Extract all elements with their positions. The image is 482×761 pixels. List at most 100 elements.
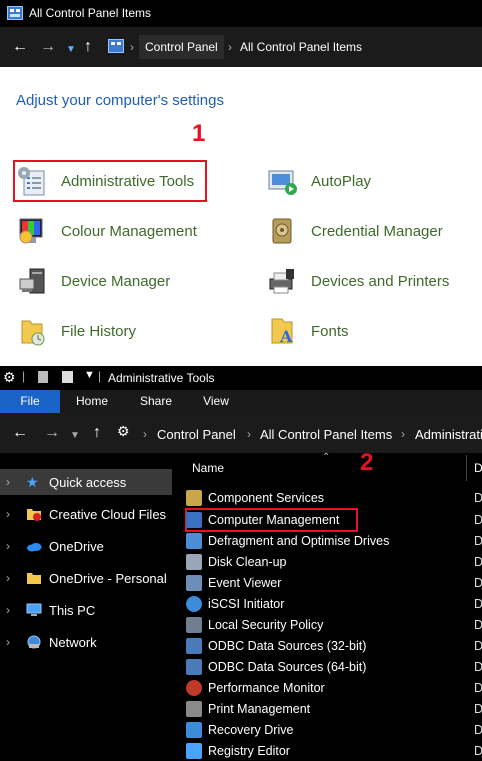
network-icon: [27, 635, 41, 649]
file-name: Local Security Policy: [208, 617, 324, 632]
file-row-recovery-drive[interactable]: Recovery Drive D: [186, 719, 482, 740]
breadcrumb-administrative-tools[interactable]: Administrati: [415, 427, 482, 442]
sidebar-item-label: OneDrive: [49, 538, 104, 554]
recovery-drive-icon: [186, 721, 202, 738]
ribbon-tabs: File Home Share View: [0, 390, 482, 413]
column-d[interactable]: D: [474, 461, 482, 475]
column-name[interactable]: Name: [192, 461, 224, 475]
file-history-icon: [16, 315, 48, 347]
breadcrumb-control-panel[interactable]: Control Panel: [157, 427, 236, 442]
breadcrumb-separator-icon: ›: [228, 40, 232, 54]
tab-view[interactable]: View: [188, 390, 244, 413]
tab-share[interactable]: Share: [128, 390, 184, 413]
chevron-down-icon[interactable]: ▼: [66, 42, 76, 58]
sidebar-item-label: OneDrive - Personal: [49, 570, 167, 586]
iscsi-icon: [186, 595, 202, 612]
administrative-tools-icon: [16, 165, 48, 197]
file-row-odbc-64[interactable]: ODBC Data Sources (64-bit) D: [186, 656, 482, 677]
item-label: Device Manager: [61, 272, 171, 290]
item-label: Fonts: [311, 322, 349, 340]
step-marker-1: 1: [192, 120, 206, 147]
chevron-right-icon[interactable]: ›: [6, 475, 10, 489]
file-name: Print Management: [208, 701, 311, 716]
sidebar-item-label: Creative Cloud Files: [49, 506, 167, 522]
forward-arrow-icon[interactable]: →: [40, 39, 56, 55]
new-folder-icon[interactable]: [62, 371, 73, 383]
item-credential-manager[interactable]: Credential Manager: [266, 213, 443, 249]
sidebar-item-label: This PC: [49, 602, 96, 618]
chevron-right-icon[interactable]: ›: [6, 539, 10, 553]
chevron-down-icon[interactable]: ▼: [70, 428, 80, 444]
item-fonts[interactable]: A Fonts: [266, 313, 349, 349]
sort-up-icon: ⌃: [322, 452, 331, 463]
file-date: D: [474, 722, 482, 737]
file-date: D: [474, 680, 482, 695]
title-bar: All Control Panel Items: [0, 0, 482, 27]
back-arrow-icon[interactable]: ←: [12, 425, 28, 441]
up-arrow-icon[interactable]: ↑: [93, 425, 101, 441]
forward-arrow-icon[interactable]: →: [44, 425, 60, 441]
tab-file[interactable]: File: [0, 390, 60, 413]
chevron-right-icon[interactable]: ›: [6, 507, 10, 521]
item-colour-management[interactable]: Colour Management: [16, 213, 197, 249]
item-devices-and-printers[interactable]: Devices and Printers: [266, 263, 449, 299]
sidebar-item-network[interactable]: › Network: [0, 629, 172, 655]
file-row-print-management[interactable]: Print Management D: [186, 698, 482, 719]
step-marker-2: 2: [360, 449, 374, 476]
file-row-computer-management[interactable]: Computer Management D: [186, 509, 482, 530]
breadcrumb-separator-icon: ›: [143, 427, 147, 441]
item-label: Administrative Tools: [61, 172, 195, 190]
sidebar-item-onedrive[interactable]: › OneDrive: [0, 533, 172, 559]
event-viewer-icon: [186, 574, 202, 591]
control-panel-icon: [108, 39, 124, 53]
item-label: Credential Manager: [311, 222, 443, 240]
item-file-history[interactable]: File History: [16, 313, 136, 349]
file-row-disk-cleanup[interactable]: Disk Clean-up D: [186, 551, 482, 572]
file-row-odbc-32[interactable]: ODBC Data Sources (32-bit) D: [186, 635, 482, 656]
breadcrumb-all-items[interactable]: All Control Panel Items: [240, 40, 362, 54]
file-row-local-security-policy[interactable]: Local Security Policy D: [186, 614, 482, 635]
item-device-manager[interactable]: Device Manager: [16, 263, 170, 299]
chevron-right-icon[interactable]: ›: [6, 603, 10, 617]
file-row-defragment[interactable]: Defragment and Optimise Drives D: [186, 530, 482, 551]
sidebar-item-creative-cloud[interactable]: › Creative Cloud Files: [0, 501, 172, 527]
sidebar-item-quick-access[interactable]: › ★ Quick access: [0, 469, 172, 495]
up-arrow-icon[interactable]: ↑: [84, 39, 92, 55]
file-row-iscsi[interactable]: iSCSI Initiator D: [186, 593, 482, 614]
file-row-event-viewer[interactable]: Event Viewer D: [186, 572, 482, 593]
file-row-component-services[interactable]: Component Services D: [186, 487, 482, 508]
file-name: Performance Monitor: [208, 680, 325, 695]
defragment-icon: [186, 532, 202, 549]
sidebar-item-onedrive-personal[interactable]: › OneDrive - Personal: [0, 565, 172, 591]
column-divider[interactable]: [466, 455, 467, 481]
creative-cloud-icon: [27, 509, 41, 521]
navigation-bar: ← → ▼ ↑ › Control Panel › All Control Pa…: [0, 27, 482, 67]
item-administrative-tools[interactable]: Administrative Tools: [16, 163, 194, 199]
file-name: Component Services: [208, 490, 325, 505]
autoplay-icon: [266, 165, 298, 197]
control-panel-icon: [7, 6, 23, 20]
sidebar-item-this-pc[interactable]: › This PC: [0, 597, 172, 623]
address-bar[interactable]: ⚙ › Control Panel › All Control Panel It…: [113, 420, 482, 447]
colour-management-icon: [16, 215, 48, 247]
sidebar-item-label: Network: [49, 634, 97, 650]
tab-home[interactable]: Home: [64, 390, 120, 413]
file-name: ODBC Data Sources (64-bit): [208, 659, 367, 674]
item-autoplay[interactable]: AutoPlay: [266, 163, 371, 199]
file-row-registry-editor[interactable]: Registry Editor D: [186, 740, 482, 761]
chevron-right-icon[interactable]: ›: [6, 635, 10, 649]
address-bar[interactable]: › Control Panel › All Control Panel Item…: [104, 34, 482, 61]
breadcrumb-control-panel[interactable]: Control Panel: [139, 35, 224, 59]
file-name: Disk Clean-up: [208, 554, 287, 569]
breadcrumb-all-items[interactable]: All Control Panel Items: [260, 427, 392, 442]
chevron-right-icon[interactable]: ›: [6, 571, 10, 585]
file-row-performance-monitor[interactable]: Performance Monitor D: [186, 677, 482, 698]
file-date: D: [474, 596, 482, 611]
separator: |: [98, 369, 102, 383]
customize-toolbar-icon[interactable]: ▼: [84, 369, 95, 381]
file-date: D: [474, 743, 482, 758]
file-name: Event Viewer: [208, 575, 282, 590]
file-name: Defragment and Optimise Drives: [208, 533, 390, 548]
properties-icon[interactable]: [38, 371, 48, 383]
back-arrow-icon[interactable]: ←: [12, 39, 28, 55]
